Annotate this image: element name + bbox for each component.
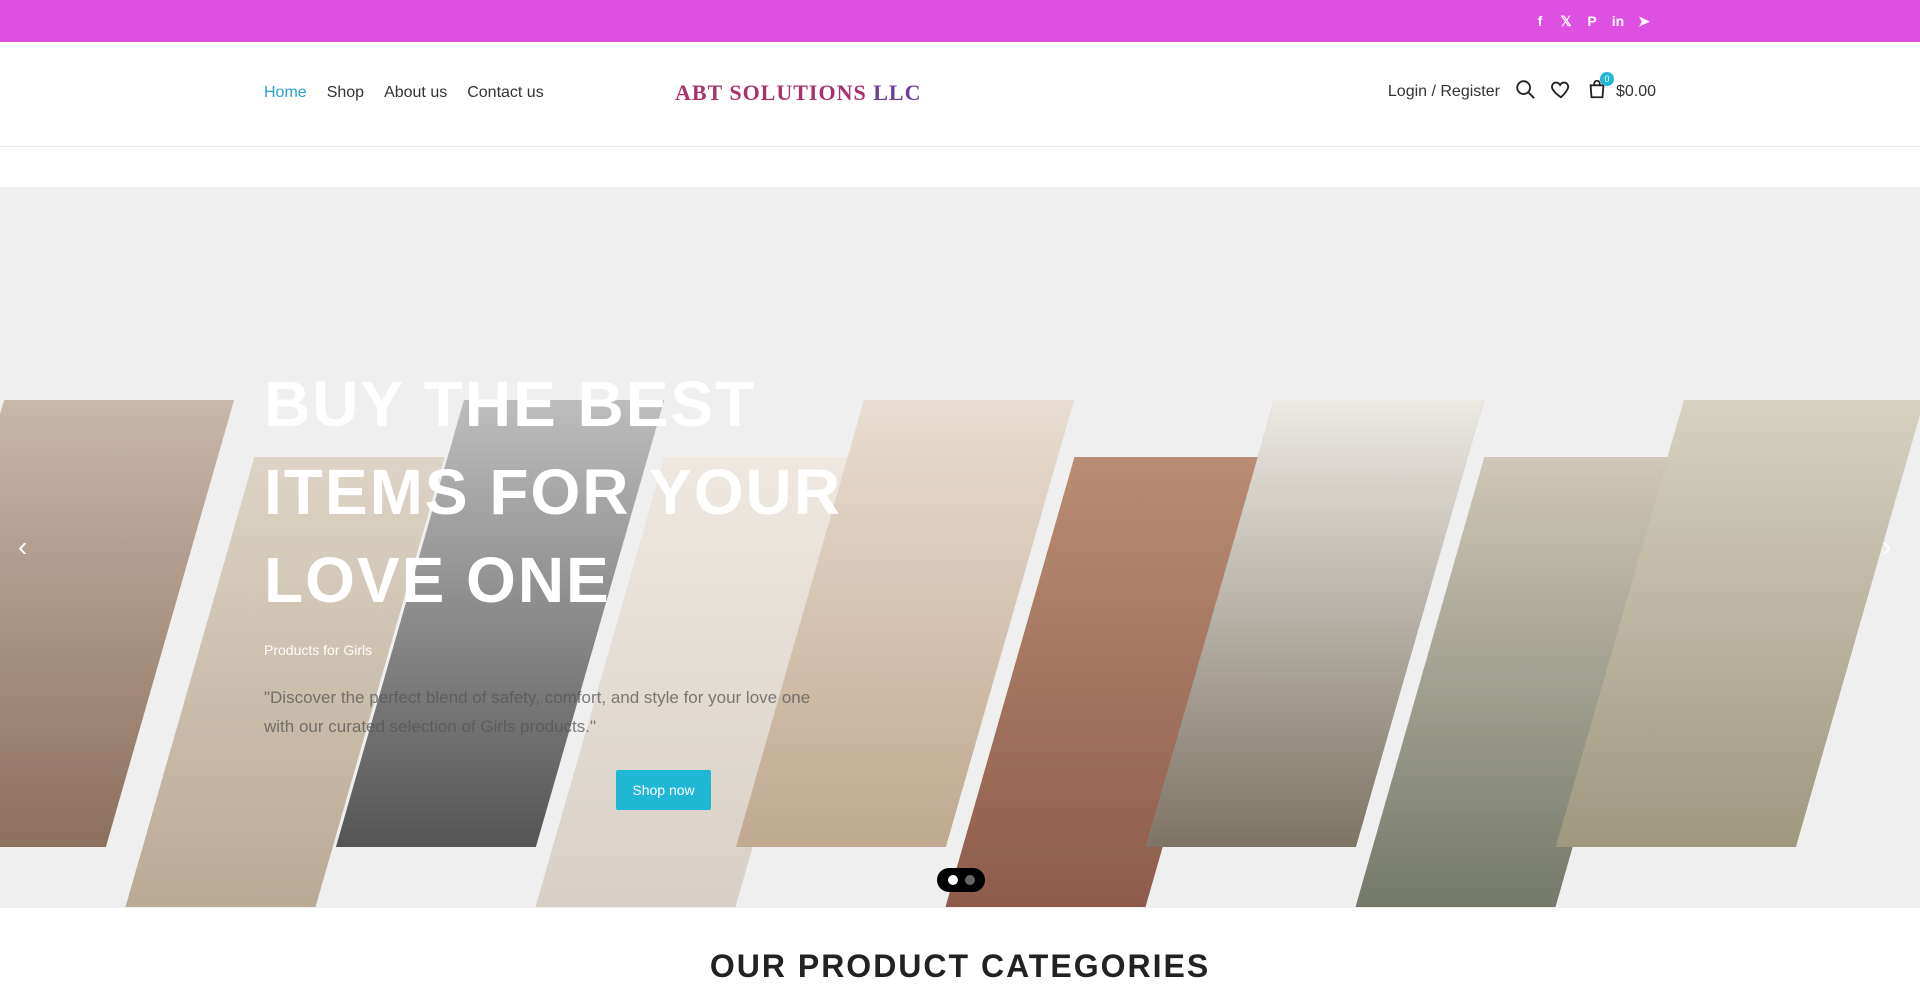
cart-count-badge: 0 — [1599, 72, 1614, 86]
site-logo[interactable]: ABT SOLUTIONS LLC — [675, 80, 921, 106]
slider-dot[interactable] — [964, 875, 975, 885]
nav-about[interactable]: About us — [384, 84, 447, 102]
categories-heading: OUR PRODUCT CATEGORIES — [709, 948, 1211, 984]
cart-button[interactable]: 0 $0.00 — [1586, 72, 1656, 105]
slider-prev-arrow[interactable]: ‹ — [18, 530, 38, 564]
main-nav: Home Shop About us Contact us — [264, 84, 544, 102]
social-links: f 𝕏 P in ➤ — [1532, 11, 1652, 31]
nav-shop[interactable]: Shop — [327, 84, 364, 102]
slider-next-arrow[interactable]: › — [1882, 530, 1902, 564]
pinterest-icon[interactable]: P — [1584, 11, 1600, 31]
nav-home[interactable]: Home — [264, 84, 307, 102]
cart-total: $0.00 — [1615, 82, 1656, 100]
telegram-icon[interactable]: ➤ — [1636, 11, 1652, 31]
hero-title: BUY THE BEST ITEMS FOR YOUR LOVE ONE — [264, 368, 842, 616]
facebook-icon[interactable]: f — [1532, 11, 1548, 31]
logo-text-main: ABT SOLUTIONS — [675, 80, 874, 105]
header-actions: Login / Register 0 $0.00 — [1388, 72, 1656, 105]
logo-text-llc: LLC — [873, 80, 922, 105]
hero-description: "Discover the perfect blend of safety, c… — [264, 688, 811, 736]
slider-pagination — [937, 868, 985, 892]
search-icon[interactable] — [1514, 78, 1536, 105]
x-twitter-icon[interactable]: 𝕏 — [1558, 11, 1574, 31]
login-register-link[interactable]: Login / Register — [1388, 83, 1500, 101]
top-bar: f 𝕏 P in ➤ — [0, 0, 1920, 42]
header-spacer — [0, 147, 1920, 187]
wishlist-heart-icon[interactable] — [1550, 78, 1572, 105]
slider-dot-active[interactable] — [947, 875, 958, 885]
shop-now-button[interactable]: Shop now — [616, 770, 711, 810]
linkedin-icon[interactable]: in — [1610, 11, 1626, 31]
hero-subtitle: Products for Girls — [264, 642, 373, 658]
site-header: Home Shop About us Contact us ABT SOLUTI… — [0, 42, 1920, 147]
hero-slider: ‹ › BUY THE BEST ITEMS FOR YOUR LOVE ONE… — [0, 187, 1920, 908]
nav-contact[interactable]: Contact us — [467, 84, 543, 102]
